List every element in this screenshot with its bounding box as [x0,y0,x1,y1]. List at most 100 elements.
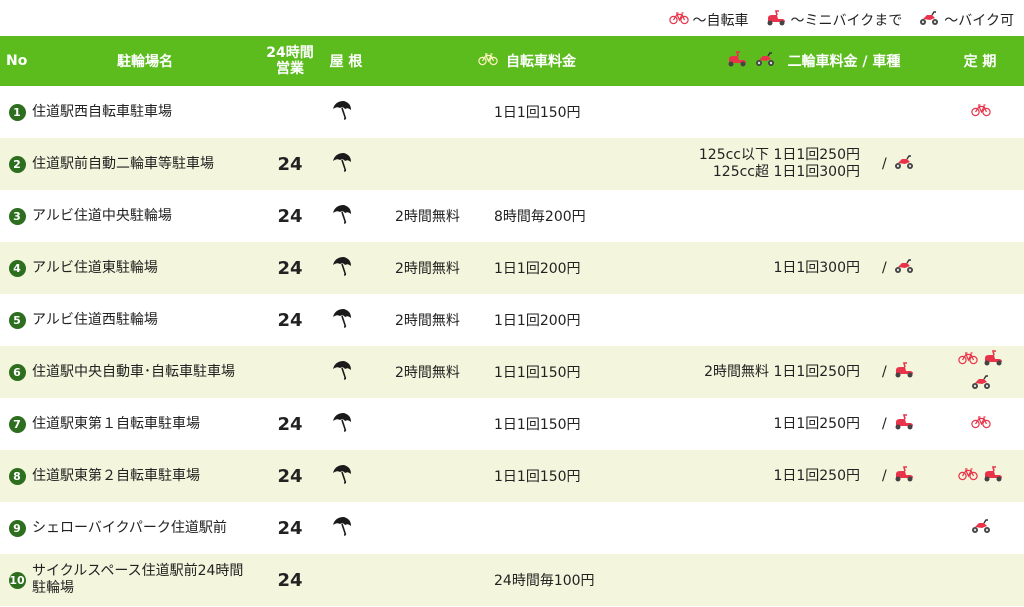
bicycle-fee: 1日1回150円 [494,365,581,381]
roof-cell [330,294,354,346]
motorbike-icon [893,258,915,278]
row-number: 7 [8,398,26,450]
pass-cell [948,346,1014,398]
slash-separator: / [882,364,887,380]
parking-name[interactable]: サイクルスペース住道駅前24時間駐輪場 [32,554,257,606]
moto-type [882,554,932,606]
parking-name[interactable]: アルビ住道西駐輪場 [32,294,257,346]
header-name: 駐輪場名 [117,54,173,70]
parking-name[interactable]: アルビ住道中央駐輪場 [32,190,257,242]
table-row: 3 アルビ住道中央駐輪場 24 2時間無料 8時間毎200円 [0,190,1024,242]
bicycle-fee: 1日1回200円 [494,261,581,277]
umbrella-icon [331,151,353,177]
scooter-icon [893,466,915,486]
moto-fee-line: 125cc以下 1日1回250円 [698,147,860,163]
pass-cell [948,554,1014,606]
table-row: 2 住道駅前自動二輪車等駐車場 24 125cc以下 1日1回250円 125cc超 1… [0,138,1024,190]
moto-type: / [882,242,932,294]
motorbike-icon [754,51,776,71]
umbrella-icon [331,411,353,437]
legend-item: 〜バイク可 [918,10,1014,30]
header-bicycle-fee: 自転車料金 [462,36,592,86]
parking-name[interactable]: 住道駅前自動二輪車等駐車場 [32,138,257,190]
moto-type [882,86,932,138]
number-badge: 3 [8,207,26,225]
header-24h-line1: 24時間 [266,45,314,61]
moto-fee-line: 2時間無料 1日1回250円 [704,363,860,380]
moto-type [882,294,932,346]
24h-indicator: 24 [277,413,303,435]
parking-name[interactable]: 住道駅西自転車駐車場 [32,86,257,138]
moto-fee: 1日1回300円 [670,242,860,294]
umbrella-icon [331,255,353,281]
vehicle-legend: 〜自転車 〜ミニバイクまで 〜バイク可 [668,8,1014,32]
free-time: 2時間無料 [395,209,460,225]
pass-cell [948,450,1014,502]
parking-table-body: 1 住道駅西自転車駐車場 1日1回150円 2 住道駅前自動二輪車等駐車場 24 125cc… [0,86,1024,606]
row-number: 2 [8,138,26,190]
pass-cell [948,86,1014,138]
bicycle-fee: 1日1回150円 [494,105,581,121]
24h-indicator: 24 [277,465,303,487]
moto-type [882,190,932,242]
free-time: 2時間無料 [395,313,460,329]
slash-separator: / [882,416,887,432]
slash-separator: / [882,468,887,484]
moto-fee: 1日1回250円 [670,450,860,502]
parking-name[interactable]: 住道駅中央自動車･自転車駐車場 [32,346,257,398]
moto-type: / [882,450,932,502]
moto-fee [670,190,860,242]
bicycle-icon [958,351,978,369]
free-time [395,398,490,450]
roof-cell [330,346,354,398]
24h-indicator [270,346,310,398]
row-number: 5 [8,294,26,346]
moto-type: / [882,398,932,450]
scooter-icon [982,466,1004,486]
pass-cell [948,242,1014,294]
row-number: 3 [8,190,26,242]
moto-fee-line: 1日1回300円 [773,259,860,276]
scooter-icon [765,10,787,30]
bicycle-fee: 24時間毎100円 [494,573,595,589]
header-24h: 24時間 営業 [258,36,322,86]
parking-name[interactable]: 住道駅東第２自転車駐車場 [32,450,257,502]
slash-separator: / [882,260,887,276]
legend-item: 〜ミニバイクまで [765,10,902,30]
legend-item: 〜自転車 [668,10,749,30]
parking-name[interactable]: 住道駅東第１自転車駐車場 [32,398,257,450]
bicycle-fee [494,138,664,190]
moto-type: / [882,138,932,190]
table-row: 1 住道駅西自転車駐車場 1日1回150円 [0,86,1024,138]
free-time [395,502,490,554]
table-row: 5 アルビ住道西駐輪場 24 2時間無料 1日1回200円 [0,294,1024,346]
free-time [395,86,490,138]
parking-name[interactable]: アルビ住道東駐輪場 [32,242,257,294]
roof-cell [330,554,354,606]
number-badge: 5 [8,311,26,329]
header-roof: 屋 根 [329,54,363,70]
pass-cell [948,138,1014,190]
header-no: No [6,53,28,69]
bicycle-icon [478,52,498,70]
pass-cell [948,398,1014,450]
roof-cell [330,138,354,190]
24h-indicator: 24 [277,205,303,227]
bicycle-icon [971,103,991,121]
header-24h-line2: 営業 [276,61,304,77]
roof-cell [330,502,354,554]
motorbike-icon [893,154,915,174]
legend-label: 〜バイク可 [944,13,1014,29]
parking-name[interactable]: シェローバイクパーク住道駅前 [32,502,257,554]
moto-fee [670,86,860,138]
bicycle-fee: 1日1回150円 [494,417,581,433]
number-badge: 10 [8,571,26,589]
bicycle-fee: 1日1回200円 [494,313,581,329]
free-time [395,554,490,606]
moto-fee-line: 1日1回250円 [773,467,860,484]
moto-fee: 125cc以下 1日1回250円 125cc超 1日1回300円 [670,138,860,190]
bicycle-fee [494,502,664,554]
roof-cell [330,190,354,242]
row-number: 4 [8,242,26,294]
free-time [395,138,490,190]
